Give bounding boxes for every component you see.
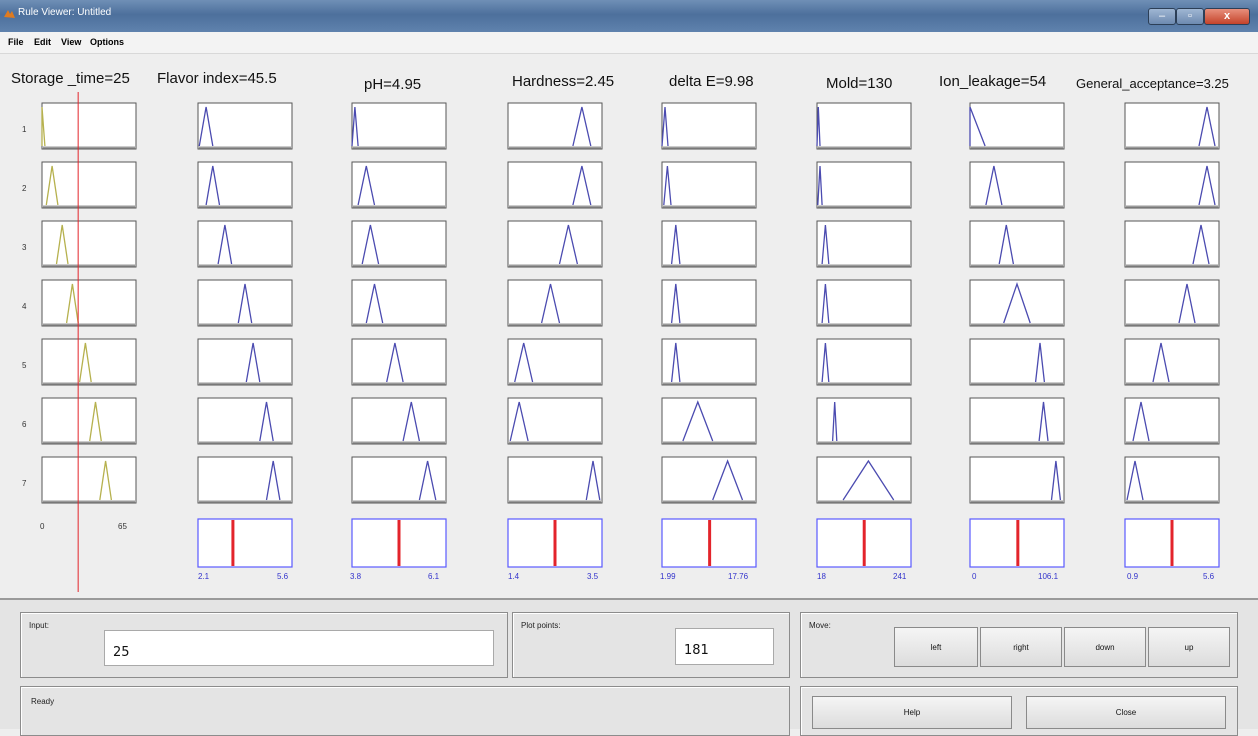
- rule-plot-delta-e: [661, 161, 757, 209]
- rule-plot-mold: [816, 338, 912, 386]
- rule-plot-delta-e: [661, 397, 757, 445]
- rule-plot-hardness: [507, 397, 603, 445]
- rule-plot-hardness: [507, 161, 603, 209]
- rule-plot-mold: [816, 279, 912, 327]
- rule-plot-mold: [816, 220, 912, 268]
- rule-plot-hardness: [507, 102, 603, 150]
- input-field[interactable]: [104, 630, 494, 666]
- rule-plot-ion-leakage: [969, 220, 1065, 268]
- rule-plot-mold: [816, 161, 912, 209]
- help-button[interactable]: Help: [812, 696, 1012, 729]
- rule-plot-mold: [816, 456, 912, 504]
- rule-plot-ph: [351, 102, 447, 150]
- close-button[interactable]: Close: [1026, 696, 1226, 729]
- rule-plot-general-acceptance: [1124, 279, 1220, 327]
- move-label: Move:: [809, 621, 831, 630]
- rule-plot-general-acceptance: [1124, 102, 1220, 150]
- rule-plot-general-acceptance: [1124, 397, 1220, 445]
- plot-points-label: Plot points:: [521, 621, 561, 630]
- rule-plot-general-acceptance: [1124, 338, 1220, 386]
- input-label: Input:: [29, 621, 50, 630]
- rule-plot-flavor-index: [197, 456, 293, 504]
- move-left-button[interactable]: left: [894, 627, 978, 667]
- rule-plot-ion-leakage: [969, 456, 1065, 504]
- rule-plot-ph: [351, 279, 447, 327]
- rule-plot-ion-leakage: [969, 161, 1065, 209]
- status-text: Ready: [31, 697, 55, 706]
- rule-plot-storage-time: [41, 279, 137, 327]
- rule-plot-flavor-index: [197, 220, 293, 268]
- rule-plot-storage-time: [41, 456, 137, 504]
- plot-points-field[interactable]: [675, 628, 774, 665]
- rule-plot-ion-leakage: [969, 279, 1065, 327]
- rule-plot-hardness: [507, 456, 603, 504]
- control-panel: Input: Plot points: Move: Ready left rig…: [0, 600, 1258, 736]
- rule-plot-mold: [816, 102, 912, 150]
- move-down-button[interactable]: down: [1064, 627, 1146, 667]
- rule-plot-flavor-index: [197, 338, 293, 386]
- rule-plot-delta-e: [661, 456, 757, 504]
- rule-plot-mold: [816, 397, 912, 445]
- move-up-button[interactable]: up: [1148, 627, 1230, 667]
- aggregate-plot-flavor-index: [197, 518, 293, 568]
- rule-plot-general-acceptance: [1124, 161, 1220, 209]
- move-right-button[interactable]: right: [980, 627, 1062, 667]
- rule-plot-storage-time: [41, 220, 137, 268]
- rule-plot-ion-leakage: [969, 397, 1065, 445]
- rule-plot-storage-time: [41, 161, 137, 209]
- rule-plot-hardness: [507, 338, 603, 386]
- rule-plot-ion-leakage: [969, 338, 1065, 386]
- rule-plot-storage-time: [41, 397, 137, 445]
- rule-plot-storage-time: [41, 338, 137, 386]
- rule-plot-delta-e: [661, 102, 757, 150]
- rule-plot-ph: [351, 397, 447, 445]
- rule-plots[interactable]: [0, 0, 1258, 600]
- rule-plot-hardness: [507, 220, 603, 268]
- rule-plot-flavor-index: [197, 397, 293, 445]
- rule-plot-storage-time: [41, 102, 137, 150]
